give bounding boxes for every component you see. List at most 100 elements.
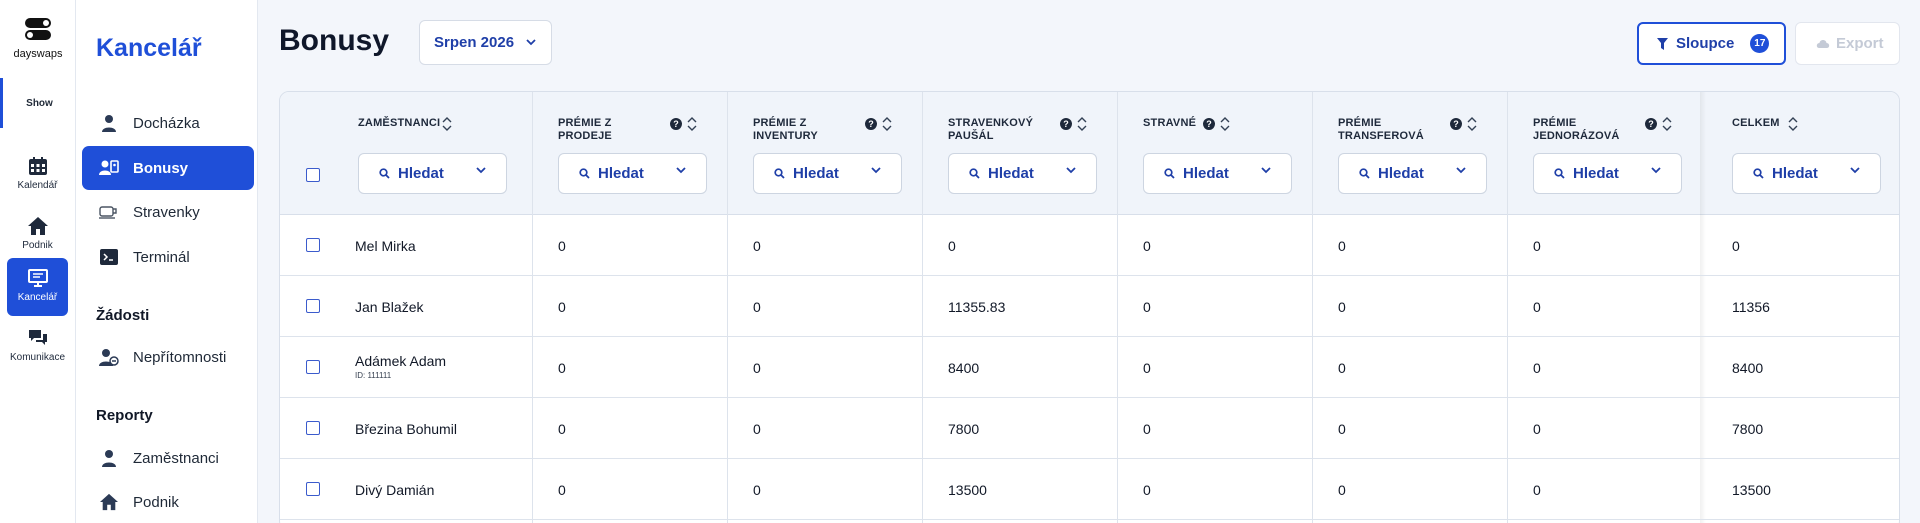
total-cell: 0 <box>1732 238 1740 254</box>
rail-item-label: Kalendář <box>17 180 58 191</box>
rail-item-communication[interactable]: Komunikace <box>7 318 68 376</box>
sidebar-item-label: Terminál <box>133 248 190 266</box>
select-all-checkbox[interactable] <box>306 168 320 182</box>
sidebar-item-absences[interactable]: Nepřítomnosti <box>82 335 254 379</box>
export-button[interactable]: Export <box>1795 22 1900 65</box>
reports-heading: Reporty <box>96 407 153 424</box>
sort-icon[interactable] <box>1788 117 1798 131</box>
column-header-label: PRÉMIE Z PRODEJE <box>558 117 612 142</box>
search-filter-label: Hledat <box>1772 165 1818 182</box>
chevron-down-icon <box>1456 167 1466 174</box>
table-row[interactable]: Jan Blažek 0 0 11355.83 0 0 0 11356 <box>280 276 1899 337</box>
rail-show-tab[interactable]: Show <box>0 78 76 128</box>
table-row[interactable]: Adámek Adam ID: 111111 0 0 8400 0 0 0 8400 <box>280 337 1899 398</box>
table-row[interactable]: Divý Damián 0 0 13500 0 0 0 13500 <box>280 459 1899 520</box>
search-filter-button[interactable]: Hledat <box>1533 153 1682 194</box>
value-cell: 0 <box>753 360 761 376</box>
value-cell: 8400 <box>948 360 980 376</box>
sidebar-item-bonuses[interactable]: Bonusy <box>82 146 254 190</box>
search-filter-button[interactable]: Hledat <box>948 153 1097 194</box>
chevron-down-icon <box>676 167 686 174</box>
sidebar-item-report-business[interactable]: Podnik <box>82 480 254 523</box>
cloud-download-icon <box>1816 40 1830 48</box>
search-filter-label: Hledat <box>1378 165 1424 182</box>
requests-heading: Žádosti <box>96 307 150 324</box>
value-cell: 0 <box>1143 360 1151 376</box>
sort-icon[interactable] <box>1220 117 1230 131</box>
help-icon[interactable]: ? <box>865 118 877 130</box>
search-filter-button[interactable]: Hledat <box>358 153 507 194</box>
rail-item-calendar[interactable]: Kalendář <box>7 146 68 204</box>
column-header-label: PRÉMIE Z INVENTURY <box>753 117 818 142</box>
columns-button-label: Sloupce <box>1676 35 1735 52</box>
search-filter-button[interactable]: Hledat <box>1732 153 1881 194</box>
search-filter-button[interactable]: Hledat <box>1338 153 1487 194</box>
search-filter-label: Hledat <box>988 165 1034 182</box>
app-logo[interactable]: dayswaps <box>0 18 76 60</box>
page-title: Bonusy <box>279 24 390 57</box>
sort-icon[interactable] <box>1467 117 1477 131</box>
month-select-value: Srpen 2026 <box>434 34 515 51</box>
value-cell: 0 <box>558 299 566 315</box>
employee-name[interactable]: Jan Blažek <box>355 299 423 315</box>
help-icon[interactable]: ? <box>1645 118 1657 130</box>
search-filter-button[interactable]: Hledat <box>753 153 902 194</box>
sort-icon[interactable] <box>1077 117 1087 131</box>
sidebar-item-terminal[interactable]: Terminál <box>82 235 254 279</box>
office-icon <box>27 269 48 287</box>
value-cell: 0 <box>1338 299 1346 315</box>
row-checkbox[interactable] <box>306 360 320 374</box>
row-checkbox[interactable] <box>306 238 320 252</box>
value-cell: 0 <box>1338 360 1346 376</box>
search-filter-label: Hledat <box>1183 165 1229 182</box>
search-filter-button[interactable]: Hledat <box>558 153 707 194</box>
sidebar-item-label: Nepřítomnosti <box>133 348 227 366</box>
search-icon <box>1164 168 1175 179</box>
app-name: dayswaps <box>13 48 63 60</box>
employee-name[interactable]: Adámek Adam <box>355 353 446 369</box>
sidebar-item-attendance[interactable]: Docházka <box>82 101 254 145</box>
employee-name[interactable]: Mel Mirka <box>355 238 416 254</box>
sort-icon[interactable] <box>442 117 452 131</box>
sidebar-item-label: Docházka <box>133 114 200 132</box>
sidebar-item-report-employees[interactable]: Zaměstnanci <box>82 436 254 480</box>
value-cell: 0 <box>753 299 761 315</box>
sort-icon[interactable] <box>882 117 892 131</box>
table-row[interactable]: Březina Bohumil 0 0 7800 0 0 0 7800 <box>280 398 1899 459</box>
column-header-label: STRAVENKOVÝ PAUŠÁL <box>948 117 1034 142</box>
value-cell: 0 <box>1533 299 1541 315</box>
value-cell: 0 <box>1338 482 1346 498</box>
value-cell: 0 <box>558 421 566 437</box>
sort-icon[interactable] <box>1662 117 1672 131</box>
columns-button[interactable]: Sloupce 17 <box>1637 22 1786 65</box>
month-select[interactable]: Srpen 2026 <box>419 20 552 65</box>
home-icon <box>27 217 48 235</box>
row-checkbox[interactable] <box>306 421 320 435</box>
rail-item-business[interactable]: Podnik <box>7 206 68 264</box>
employee-name[interactable]: Březina Bohumil <box>355 421 457 437</box>
employee-name[interactable]: Divý Damián <box>355 482 434 498</box>
id-card-icon <box>99 158 119 178</box>
sidebar-title: Kancelář <box>96 34 202 62</box>
help-icon[interactable]: ? <box>1450 118 1462 130</box>
sidebar-item-label: Bonusy <box>133 159 189 177</box>
search-icon <box>969 168 980 179</box>
help-icon[interactable]: ? <box>1060 118 1072 130</box>
search-icon <box>579 168 590 179</box>
value-cell: 11355.83 <box>948 299 1006 315</box>
sort-icon[interactable] <box>687 117 697 131</box>
calendar-icon <box>28 157 47 175</box>
sidebar-item-meal-vouchers[interactable]: Stravenky <box>82 190 254 234</box>
search-icon <box>1554 168 1565 179</box>
search-filter-button[interactable]: Hledat <box>1143 153 1292 194</box>
table-row[interactable]: Mel Mirka 0 0 0 0 0 0 0 <box>280 215 1899 276</box>
value-cell: 0 <box>558 482 566 498</box>
value-cell: 0 <box>753 482 761 498</box>
row-checkbox[interactable] <box>306 482 320 496</box>
help-icon[interactable]: ? <box>1203 118 1215 130</box>
rail-item-office[interactable]: Kancelář <box>7 258 68 316</box>
row-checkbox[interactable] <box>306 299 320 313</box>
value-cell: 0 <box>1143 482 1151 498</box>
help-icon[interactable]: ? <box>670 118 682 130</box>
value-cell: 0 <box>1533 238 1541 254</box>
